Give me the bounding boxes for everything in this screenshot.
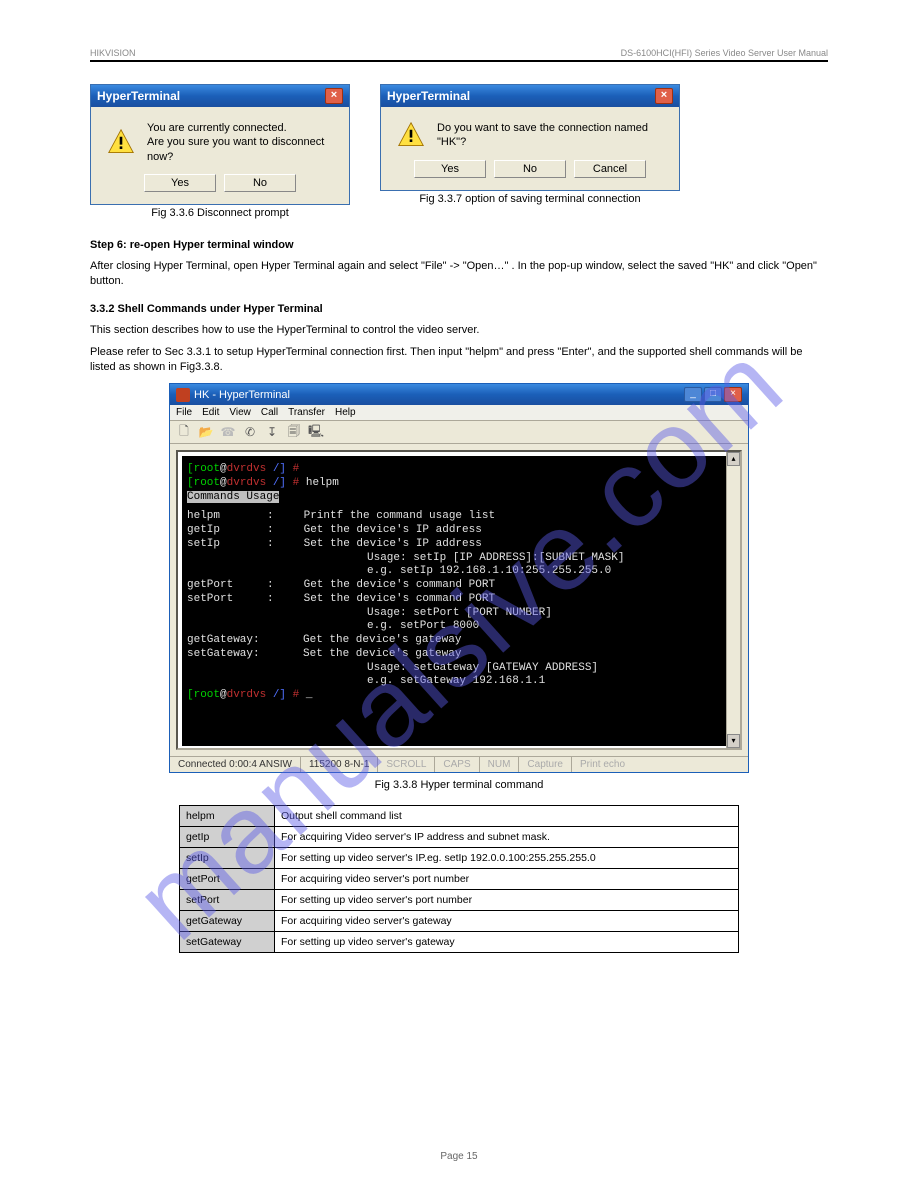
- close-icon[interactable]: ×: [655, 88, 673, 104]
- status-bar: Connected 0:00:4 ANSIW 115200 8-N-1 SCRO…: [170, 756, 748, 772]
- yes-button[interactable]: Yes: [414, 160, 486, 178]
- table-row: setIpFor setting up video server's IP.eg…: [180, 848, 739, 869]
- status-scroll: SCROLL: [378, 757, 435, 772]
- step6-heading: Step 6: re-open Hyper terminal window: [90, 239, 828, 251]
- minimize-icon[interactable]: _: [684, 387, 702, 402]
- commands-table: helpmOutput shell command list getIpFor …: [179, 805, 739, 953]
- hyperterminal-window: HK - HyperTerminal _ □ × File Edit View …: [169, 383, 749, 773]
- figure-caption: Fig 3.3.7 option of saving terminal conn…: [419, 193, 640, 205]
- menu-help[interactable]: Help: [335, 407, 356, 418]
- table-row: helpmOutput shell command list: [180, 806, 739, 827]
- call-icon[interactable]: ☎: [220, 424, 236, 440]
- menu-bar: File Edit View Call Transfer Help: [170, 405, 748, 421]
- table-row: setPortFor setting up video server's por…: [180, 890, 739, 911]
- send-icon[interactable]: ↧: [264, 424, 280, 440]
- disconnect-dialog: HyperTerminal × You are currently connec…: [90, 84, 350, 205]
- scroll-up-icon[interactable]: ▴: [727, 452, 740, 466]
- toolbar: 🗋 📂 ☎ ✆ ↧ 🗐 🖳: [170, 421, 748, 444]
- properties-icon[interactable]: 🗐: [286, 424, 302, 440]
- save-connection-dialog: HyperTerminal × Do you want to save the …: [380, 84, 680, 191]
- page-footer: Page 15: [0, 1151, 918, 1162]
- save-dialog-message: Do you want to save the connection named…: [437, 121, 663, 150]
- app-icon: [176, 388, 190, 402]
- menu-file[interactable]: File: [176, 407, 192, 418]
- status-caps: CAPS: [435, 757, 479, 772]
- scroll-down-icon[interactable]: ▾: [727, 734, 740, 748]
- warning-icon: [397, 121, 425, 149]
- header-right: DS-6100HCI(HFI) Series Video Server User…: [621, 48, 828, 58]
- cancel-button[interactable]: Cancel: [574, 160, 646, 178]
- disconnect-icon[interactable]: ✆: [242, 424, 258, 440]
- table-row: getPortFor acquiring video server's port…: [180, 869, 739, 890]
- menu-edit[interactable]: Edit: [202, 407, 219, 418]
- terminal-output[interactable]: [root@dvrdvs /] # [root@dvrdvs /] # help…: [182, 456, 736, 746]
- status-num: NUM: [480, 757, 520, 772]
- yes-button[interactable]: Yes: [144, 174, 216, 192]
- status-baud: 115200 8-N-1: [301, 757, 378, 772]
- save-dialog-title: HyperTerminal: [387, 89, 470, 103]
- figure-338-caption: Fig 3.3.8 Hyper terminal command: [90, 779, 828, 791]
- figure-caption: Fig 3.3.6 Disconnect prompt: [151, 207, 289, 219]
- close-icon[interactable]: ×: [325, 88, 343, 104]
- status-print: Print echo: [572, 757, 633, 772]
- status-capture: Capture: [519, 757, 572, 772]
- no-button[interactable]: No: [224, 174, 296, 192]
- step6-text: After closing Hyper Terminal, open Hyper…: [90, 259, 828, 289]
- close-icon[interactable]: ×: [724, 387, 742, 402]
- window-title: HK - HyperTerminal: [194, 389, 290, 401]
- table-row: getIpFor acquiring Video server's IP add…: [180, 827, 739, 848]
- open-icon[interactable]: 📂: [198, 424, 214, 440]
- table-row: setGatewayFor setting up video server's …: [180, 932, 739, 953]
- status-connected: Connected 0:00:4 ANSIW: [170, 757, 301, 772]
- new-icon[interactable]: 🗋: [176, 424, 192, 440]
- header-left: HIKVISION: [90, 48, 136, 58]
- section-332-heading: 3.3.2 Shell Commands under Hyper Termina…: [90, 303, 828, 315]
- section-332-text1: This section describes how to use the Hy…: [90, 323, 828, 338]
- section-332-text2: Please refer to Sec 3.3.1 to setup Hyper…: [90, 345, 828, 375]
- menu-call[interactable]: Call: [261, 407, 278, 418]
- menu-view[interactable]: View: [229, 407, 251, 418]
- warning-icon: [107, 128, 135, 156]
- page-header: HIKVISION DS-6100HCI(HFI) Series Video S…: [90, 48, 828, 58]
- disconnect-dialog-message: You are currently connected. Are you sur…: [147, 121, 333, 164]
- remote-icon[interactable]: 🖳: [308, 424, 324, 440]
- scrollbar[interactable]: ▴ ▾: [726, 452, 740, 748]
- header-rule: [90, 60, 828, 62]
- disconnect-dialog-title: HyperTerminal: [97, 89, 180, 103]
- table-row: getGatewayFor acquiring video server's g…: [180, 911, 739, 932]
- menu-transfer[interactable]: Transfer: [288, 407, 325, 418]
- maximize-icon[interactable]: □: [704, 387, 722, 402]
- no-button[interactable]: No: [494, 160, 566, 178]
